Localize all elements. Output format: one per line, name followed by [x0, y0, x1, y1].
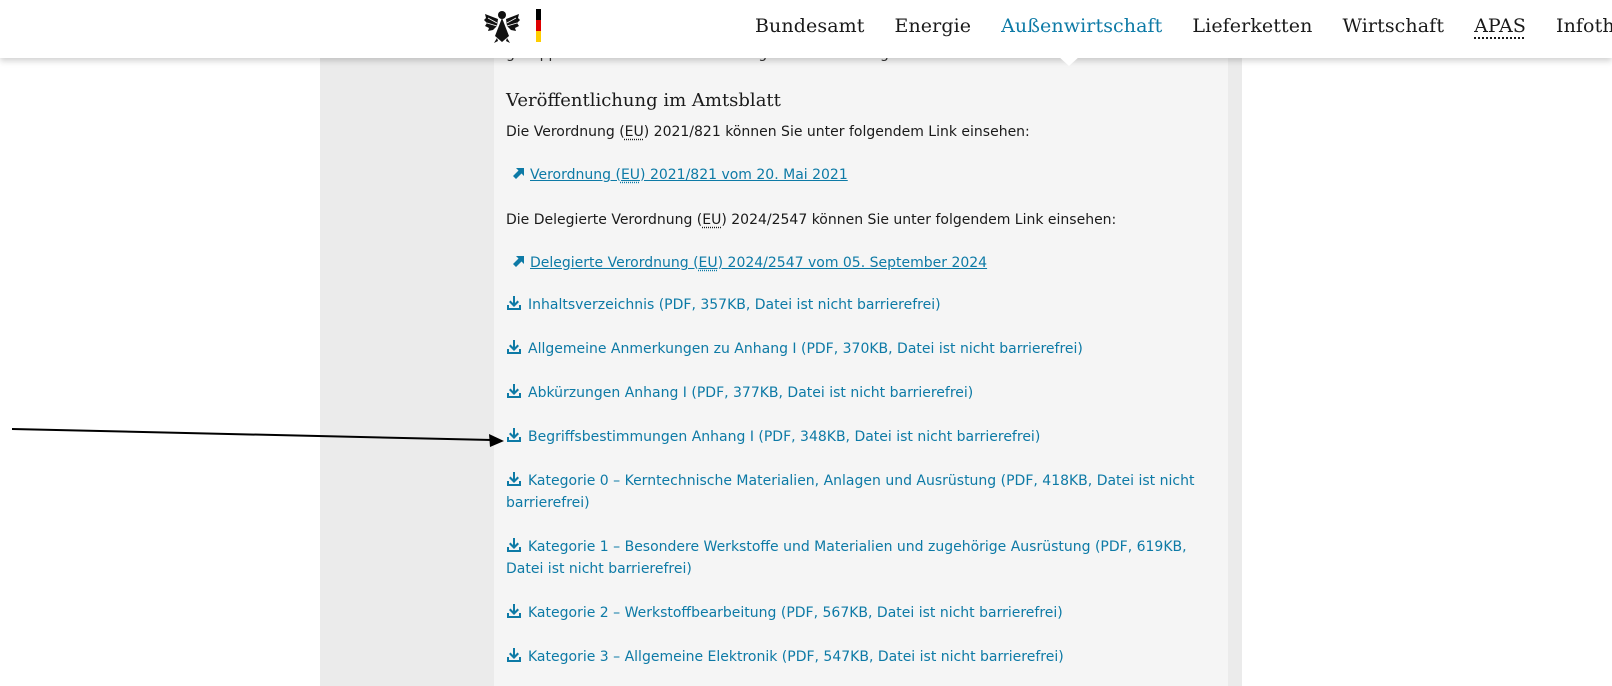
amtsblatt-section: Veröffentlichung im Amtsblatt Die Verord…: [506, 84, 1206, 665]
download-link-abkuerzungen[interactable]: Abkürzungen Anhang I (PDF, 377KB, Datei …: [506, 382, 1206, 404]
active-nav-indicator: [1058, 56, 1080, 66]
flag-stripe-red: [536, 20, 541, 31]
nav-item-apas[interactable]: APAS: [1474, 15, 1526, 37]
nav-item-infothek[interactable]: Infothek: [1556, 15, 1612, 37]
page: Bundesamt Energie Außenwirtschaft Liefer…: [0, 0, 1612, 686]
section-heading: Veröffentlichung im Amtsblatt: [506, 90, 781, 111]
nav-item-lieferketten[interactable]: Lieferketten: [1192, 15, 1312, 37]
paragraph-delegierte-verordnung: Die Delegierte Verordnung (EU) 2024/2547…: [506, 212, 1117, 228]
external-link-delegierte-verordnung[interactable]: Delegierte Verordnung (EU) 2024/2547 vom…: [506, 253, 987, 273]
site-header: Bundesamt Energie Außenwirtschaft Liefer…: [0, 0, 1612, 58]
download-icon: [507, 472, 521, 486]
download-icon: [507, 538, 521, 552]
link-delegierte-verordnung-2024-2547[interactable]: Delegierte Verordnung (EU) 2024/2547 vom…: [530, 255, 987, 271]
flag-stripe-gold: [536, 31, 541, 42]
download-link-kategorie-0[interactable]: Kategorie 0 – Kerntechnische Materialien…: [506, 470, 1206, 514]
main-navigation: Bundesamt Energie Außenwirtschaft Liefer…: [755, 15, 1612, 37]
external-link-arrow-icon: [513, 168, 524, 179]
flag-stripe-black: [536, 9, 541, 20]
download-icon: [507, 296, 521, 310]
federal-eagle-icon[interactable]: [483, 6, 521, 44]
paragraph-verordnung: Die Verordnung (EU) 2021/821 können Sie …: [506, 124, 1030, 140]
german-flag-icon: [536, 9, 541, 42]
nav-item-energie[interactable]: Energie: [894, 15, 971, 37]
external-link-verordnung[interactable]: Verordnung (EU) 2021/821 vom 20. Mai 202…: [506, 165, 848, 185]
download-icon: [507, 340, 521, 354]
download-link-inhaltsverzeichnis[interactable]: Inhaltsverzeichnis (PDF, 357KB, Datei is…: [506, 294, 1206, 316]
download-icon: [507, 428, 521, 442]
nav-item-bundesamt[interactable]: Bundesamt: [755, 15, 864, 37]
nav-item-wirtschaft[interactable]: Wirtschaft: [1342, 15, 1444, 37]
download-link-kategorie-1[interactable]: Kategorie 1 – Besondere Werkstoffe und M…: [506, 536, 1206, 580]
abbr-eu: EU: [702, 212, 722, 228]
download-link-kategorie-3[interactable]: Kategorie 3 – Allgemeine Elektronik (PDF…: [506, 646, 1206, 668]
download-link-kategorie-2[interactable]: Kategorie 2 – Werkstoffbearbeitung (PDF,…: [506, 602, 1206, 624]
link-verordnung-2021-821[interactable]: Verordnung (EU) 2021/821 vom 20. Mai 202…: [530, 167, 848, 183]
download-link-allgemeine-anmerkungen[interactable]: Allgemeine Anmerkungen zu Anhang I (PDF,…: [506, 338, 1206, 360]
download-link-begriffsbestimmungen[interactable]: Begriffsbestimmungen Anhang I (PDF, 348K…: [506, 426, 1206, 448]
abbr-eu: EU: [624, 124, 644, 140]
download-icon: [507, 648, 521, 662]
nav-item-aussenwirtschaft[interactable]: Außenwirtschaft: [1001, 15, 1162, 37]
external-link-arrow-icon: [513, 256, 524, 267]
download-icon: [507, 384, 521, 398]
download-icon: [507, 604, 521, 618]
